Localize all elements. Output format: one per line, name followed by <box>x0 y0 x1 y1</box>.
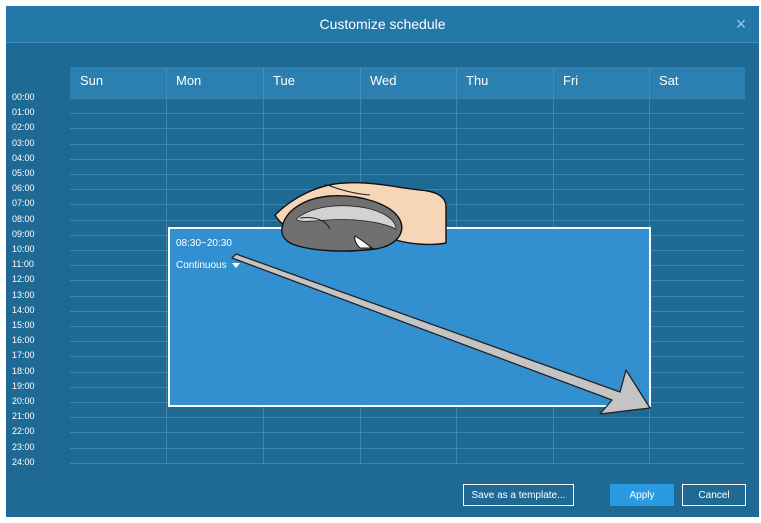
schedule-selection-block[interactable]: 08:30~20:30 Continuous <box>168 227 651 407</box>
close-icon[interactable]: × <box>731 14 751 34</box>
hour-label: 10:00 <box>12 244 35 254</box>
hour-label: 01:00 <box>12 107 35 118</box>
grid-hour-line <box>70 432 745 434</box>
grid-hour-line <box>70 219 745 221</box>
day-header-sun: Sun <box>80 73 104 88</box>
grid-hour-line <box>70 189 745 191</box>
grid-hour-line <box>70 417 745 419</box>
selection-time-range: 08:30~20:30 <box>176 238 232 249</box>
day-header-thu: Thu <box>466 73 489 88</box>
hour-label: 18:00 <box>12 365 35 376</box>
day-header-fri: Fri <box>563 73 579 88</box>
cancel-button[interactable]: Cancel <box>682 484 746 506</box>
save-as-template-button[interactable]: Save as a template... <box>463 484 574 506</box>
dialog-title: Customize schedule <box>319 16 446 32</box>
hour-label: 07:00 <box>12 198 35 209</box>
hour-label: 04:00 <box>12 152 35 163</box>
grid-hour-line <box>70 128 745 130</box>
hour-label: 03:00 <box>12 137 35 148</box>
grid-hour-line <box>70 98 745 99</box>
grid-hour-line <box>70 174 745 175</box>
grid-hour-line <box>70 143 745 145</box>
hour-label: 16:00 <box>12 335 35 346</box>
hour-label: 17:00 <box>12 350 35 361</box>
hour-label: 23:00 <box>12 441 35 452</box>
hour-label: 08:00 <box>12 213 35 224</box>
grid-hour-line <box>70 204 745 206</box>
hour-label: 12:00 <box>12 274 35 285</box>
hour-label: 11:00 <box>12 259 34 270</box>
customize-schedule-dialog: Customize schedule × Sun Mon Tue Wed Thu… <box>6 6 759 517</box>
hour-label: 15:00 <box>12 320 35 330</box>
hour-label: 13:00 <box>12 289 35 300</box>
grid-hour-line <box>70 113 745 115</box>
hour-label: 22:00 <box>12 426 35 437</box>
grid-hour-line <box>70 462 745 464</box>
selection-mode-label: Continuous <box>176 260 227 271</box>
hour-label: 00:00 <box>12 92 35 102</box>
hour-label: 09:00 <box>12 228 35 239</box>
hour-label: 24:00 <box>12 456 35 467</box>
hour-label: 14:00 <box>12 304 35 315</box>
hour-label: 05:00 <box>12 168 35 178</box>
apply-button[interactable]: Apply <box>610 484 674 506</box>
selection-mode-dropdown[interactable]: Continuous <box>176 260 240 271</box>
grid-hour-line <box>70 158 745 160</box>
day-header-row: Sun Mon Tue Wed Thu Fri Sat <box>70 67 745 98</box>
dialog-titlebar: Customize schedule × <box>6 6 759 43</box>
grid-hour-line <box>70 447 745 449</box>
hour-label: 02:00 <box>12 122 35 133</box>
day-header-wed: Wed <box>370 73 397 88</box>
day-header-sat: Sat <box>659 73 679 88</box>
hour-label: 20:00 <box>12 396 35 406</box>
day-header-tue: Tue <box>273 73 295 88</box>
day-header-mon: Mon <box>176 73 202 88</box>
hour-label: 06:00 <box>12 183 35 194</box>
hour-label: 19:00 <box>12 380 35 391</box>
hour-label: 21:00 <box>12 411 35 422</box>
chevron-down-icon <box>231 262 240 268</box>
